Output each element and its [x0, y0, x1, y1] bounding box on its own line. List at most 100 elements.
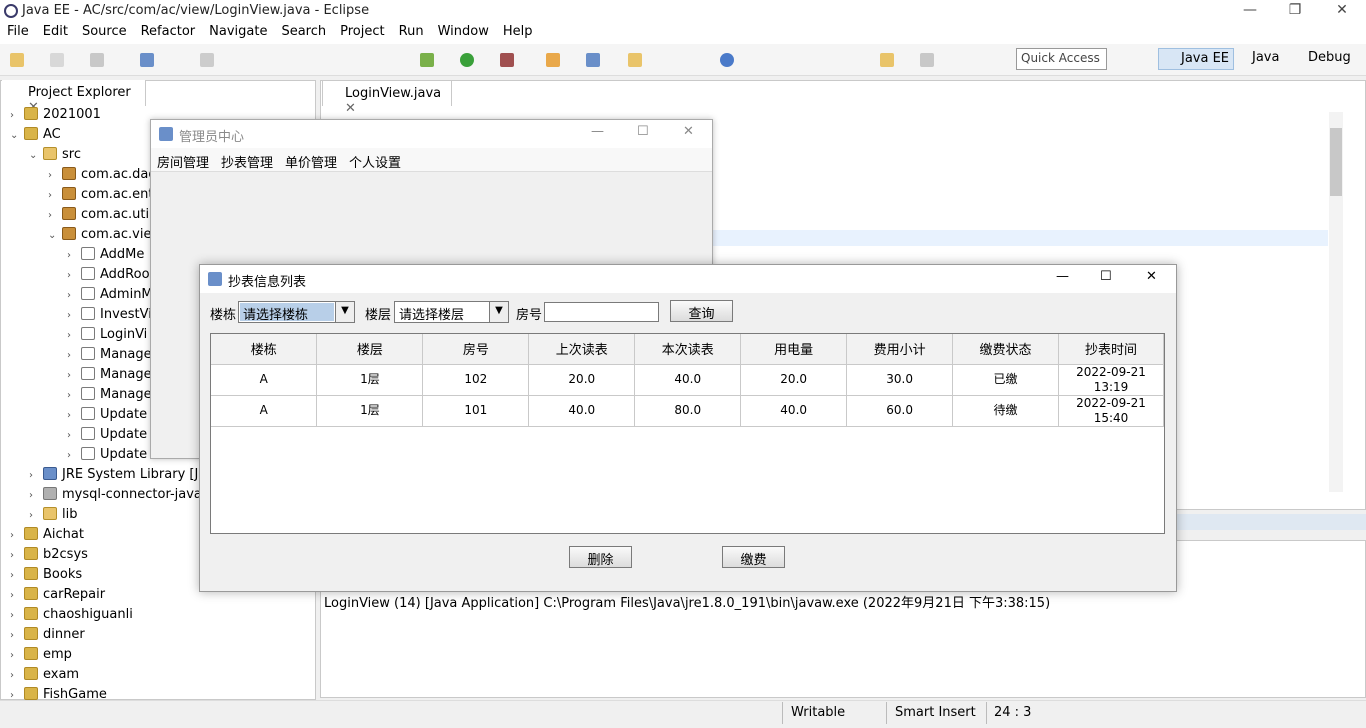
close-icon[interactable]: ✕ — [1146, 269, 1157, 284]
perspective-debug[interactable]: Debug — [1286, 48, 1355, 70]
editor-tab-loginview[interactable]: LoginView.java ✕ — [322, 80, 452, 116]
column-header[interactable]: 上次读表 — [528, 334, 636, 365]
minimize-icon[interactable]: — — [1240, 2, 1260, 20]
tree-item[interactable]: › mysql-connector-java-5 — [29, 487, 215, 507]
project-explorer-tab[interactable]: Project Explorer ✕ — [2, 80, 146, 115]
menu-window[interactable]: Window — [431, 22, 496, 39]
chevron-right-icon[interactable]: › — [10, 650, 22, 661]
perspective-java-ee[interactable]: Java EE — [1158, 48, 1235, 70]
chevron-down-icon[interactable]: ▼ — [335, 302, 354, 322]
menu-source[interactable]: Source — [75, 22, 134, 39]
chevron-right-icon[interactable]: › — [29, 470, 41, 481]
run-icon[interactable] — [460, 53, 474, 67]
tree-item[interactable]: › com.ac.dao — [48, 167, 156, 187]
new-icon[interactable] — [10, 53, 24, 67]
chevron-right-icon[interactable]: › — [67, 310, 79, 321]
column-header[interactable]: 用电量 — [740, 334, 848, 365]
room-input[interactable] — [544, 302, 659, 322]
column-header[interactable]: 缴费状态 — [952, 334, 1059, 365]
new-server-icon[interactable] — [546, 53, 560, 67]
chevron-right-icon[interactable]: › — [29, 510, 41, 521]
close-icon[interactable]: ✕ — [1332, 2, 1352, 20]
tree-item[interactable]: › exam — [10, 667, 79, 687]
save-icon[interactable] — [90, 53, 104, 67]
perspective-java[interactable]: Java — [1230, 48, 1283, 70]
tree-item[interactable]: › b2csys — [10, 547, 88, 567]
column-header[interactable]: 楼层 — [316, 334, 424, 365]
chevron-right-icon[interactable]: › — [67, 390, 79, 401]
tree-item[interactable]: › com.ac.util — [48, 207, 153, 227]
tree-item[interactable]: › Manage — [67, 387, 152, 407]
delete-button[interactable]: 删除 — [569, 546, 632, 568]
tree-item[interactable]: › AdminM — [67, 287, 153, 307]
forward-icon[interactable] — [920, 53, 934, 67]
menu-room-management[interactable]: 房间管理 — [151, 148, 215, 171]
chevron-right-icon[interactable]: › — [67, 270, 79, 281]
chevron-down-icon[interactable]: ⌄ — [10, 130, 22, 141]
chevron-right-icon[interactable]: › — [67, 410, 79, 421]
minimize-icon[interactable]: — — [1056, 269, 1069, 284]
floor-select[interactable]: 请选择楼层 ▼ — [394, 301, 509, 323]
column-header[interactable]: 抄表时间 — [1058, 334, 1164, 365]
menu-navigate[interactable]: Navigate — [202, 22, 274, 39]
tree-item[interactable]: › LoginVi — [67, 327, 147, 347]
restore-icon[interactable]: ❐ — [1285, 2, 1305, 20]
chevron-right-icon[interactable]: › — [67, 450, 79, 461]
tree-item[interactable]: › carRepair — [10, 587, 105, 607]
menu-search[interactable]: Search — [274, 22, 333, 39]
tree-item[interactable]: › Update — [67, 427, 147, 447]
chevron-right-icon[interactable]: › — [10, 110, 22, 121]
tree-item[interactable]: › Books — [10, 567, 82, 587]
back-icon[interactable] — [880, 53, 894, 67]
chevron-right-icon[interactable]: › — [67, 370, 79, 381]
quick-access-input[interactable]: Quick Access — [1016, 48, 1107, 70]
table-row[interactable]: A 1层 101 40.0 80.0 40.0 60.0 待缴 2022-09-21 15:40 — [211, 395, 1164, 427]
tree-item[interactable]: › 2021001 — [10, 107, 101, 127]
tree-item[interactable]: › Aichat — [10, 527, 84, 547]
column-header[interactable]: 楼栋 — [211, 334, 318, 365]
tree-item[interactable]: ⌄ AC — [10, 127, 61, 147]
tree-item[interactable]: › com.ac.ent — [48, 187, 153, 207]
close-icon[interactable]: ✕ — [683, 124, 694, 139]
minimize-icon[interactable]: — — [591, 124, 604, 139]
tree-item[interactable]: › Manage — [67, 367, 152, 387]
chevron-right-icon[interactable]: › — [10, 530, 22, 541]
chevron-right-icon[interactable]: › — [10, 670, 22, 681]
menu-refactor[interactable]: Refactor — [134, 22, 203, 39]
editor-scroll-thumb[interactable] — [1330, 128, 1342, 196]
chevron-down-icon[interactable]: ⌄ — [48, 230, 60, 241]
chevron-right-icon[interactable]: › — [48, 190, 60, 201]
chevron-right-icon[interactable]: › — [10, 630, 22, 641]
menu-run[interactable]: Run — [392, 22, 431, 39]
chevron-right-icon[interactable]: › — [67, 350, 79, 361]
console-icon[interactable] — [140, 53, 154, 67]
resume-icon[interactable] — [200, 53, 214, 67]
tree-item[interactable]: › chaoshiguanli — [10, 607, 133, 627]
column-header[interactable]: 房号 — [422, 334, 530, 365]
close-tab-icon[interactable]: ✕ — [345, 101, 356, 116]
chevron-right-icon[interactable]: › — [67, 430, 79, 441]
maximize-icon[interactable]: ☐ — [1100, 269, 1112, 284]
external-tools-icon[interactable] — [500, 53, 514, 67]
column-header[interactable]: 费用小计 — [846, 334, 954, 365]
building-select[interactable]: 请选择楼栋 ▼ — [238, 301, 355, 323]
web-browser-icon[interactable] — [720, 53, 734, 67]
menu-project[interactable]: Project — [333, 22, 391, 39]
menu-edit[interactable]: Edit — [36, 22, 75, 39]
tree-item[interactable]: › JRE System Library [Jav — [29, 467, 214, 487]
chevron-right-icon[interactable]: › — [67, 250, 79, 261]
tree-item[interactable]: › AddMe — [67, 247, 144, 267]
query-button[interactable]: 查询 — [670, 300, 733, 322]
chevron-down-icon[interactable]: ▼ — [489, 302, 508, 322]
tree-item[interactable]: › dinner — [10, 627, 85, 647]
debug-icon[interactable] — [420, 53, 434, 67]
chevron-right-icon[interactable]: › — [10, 570, 22, 581]
tree-item[interactable]: › Update — [67, 407, 147, 427]
new-project-icon[interactable] — [50, 53, 64, 67]
tree-item[interactable]: ⌄ src — [29, 147, 81, 167]
new-class-icon[interactable] — [586, 53, 600, 67]
chevron-right-icon[interactable]: › — [48, 170, 60, 181]
chevron-right-icon[interactable]: › — [67, 330, 79, 341]
tree-item[interactable]: › emp — [10, 647, 72, 667]
chevron-right-icon[interactable]: › — [10, 550, 22, 561]
